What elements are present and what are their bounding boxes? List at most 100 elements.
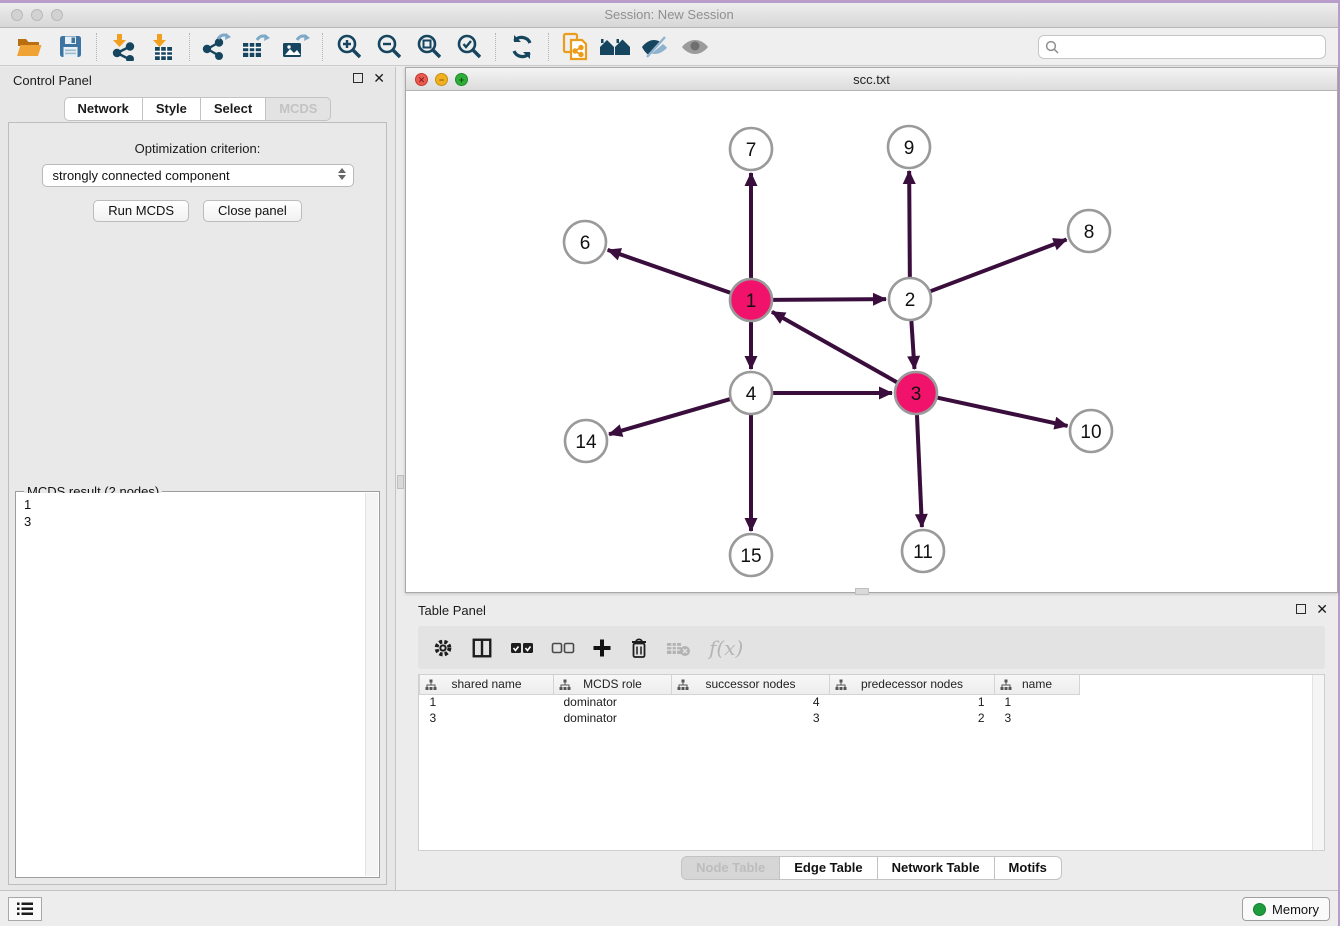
import-table-button[interactable] xyxy=(143,31,183,63)
unchecked-boxes-icon xyxy=(551,640,575,656)
graph-edge-3-10[interactable] xyxy=(937,398,1067,426)
show-columns-button[interactable] xyxy=(471,637,493,659)
control-panel-tabs: Network Style Select MCDS xyxy=(0,97,395,121)
tab-mcds[interactable]: MCDS xyxy=(266,97,331,121)
graph-node-label-14: 14 xyxy=(575,432,597,453)
status-bar: Memory xyxy=(0,890,1338,926)
graph-edge-3-1[interactable] xyxy=(772,312,897,382)
add-column-button[interactable] xyxy=(592,638,612,658)
eye-slash-icon xyxy=(640,35,670,59)
tab-network[interactable]: Network xyxy=(64,97,143,121)
graph-edge-2-8[interactable] xyxy=(931,240,1067,292)
table-settings-button[interactable] xyxy=(432,637,454,659)
table-cell[interactable]: 2 xyxy=(830,710,995,726)
window-title: Session: New Session xyxy=(0,7,1338,22)
hide-panel-button[interactable] xyxy=(635,31,675,63)
table-cell[interactable]: dominator xyxy=(554,694,672,710)
table-row[interactable]: 1dominator411 xyxy=(420,694,1080,710)
network-canvas[interactable]: 7968124314101511 xyxy=(406,91,1337,592)
table-scrollbar[interactable] xyxy=(1312,675,1324,850)
delete-column-button[interactable] xyxy=(629,637,649,659)
show-eye-button[interactable] xyxy=(675,31,715,63)
clone-network-icon xyxy=(561,32,589,62)
table-row[interactable]: 3dominator323 xyxy=(420,710,1080,726)
gear-icon xyxy=(432,637,454,659)
mcds-result-box: MCDS result (2 nodes) 1 3 xyxy=(15,491,380,878)
graph-node-label-2: 2 xyxy=(905,290,916,311)
graph-edge-3-11[interactable] xyxy=(917,415,922,527)
close-panel-button[interactable]: Close panel xyxy=(203,200,302,222)
zoom-out-button[interactable] xyxy=(369,31,409,63)
close-panel-icon[interactable]: ✕ xyxy=(373,73,385,83)
optimization-criterion-label: Optimization criterion: xyxy=(9,141,386,156)
apply-layout-button[interactable] xyxy=(502,31,542,63)
splitter-handle-horizontal[interactable] xyxy=(855,588,869,595)
memory-button[interactable]: Memory xyxy=(1242,897,1330,921)
refresh-icon xyxy=(509,34,535,60)
node-table-grid[interactable]: shared nameMCDS rolesuccessor nodesprede… xyxy=(419,675,1080,726)
export-network-button[interactable] xyxy=(196,31,236,63)
tab-node-table[interactable]: Node Table xyxy=(681,856,780,880)
export-table-button[interactable] xyxy=(236,31,276,63)
open-file-button[interactable] xyxy=(10,31,50,63)
show-panels-button[interactable] xyxy=(8,897,42,921)
memory-status-icon xyxy=(1253,903,1266,916)
column-type-icon xyxy=(1000,679,1012,691)
function-builder-button-disabled: f(x) xyxy=(709,636,743,660)
table-cell[interactable]: 1 xyxy=(830,694,995,710)
select-all-columns-button[interactable] xyxy=(510,640,534,656)
application-window: Session: New Session xyxy=(0,3,1338,926)
graph-edge-4-14[interactable] xyxy=(609,399,730,434)
toolbar-separator xyxy=(189,33,190,61)
tab-network-table[interactable]: Network Table xyxy=(878,856,995,880)
run-mcds-button[interactable]: Run MCDS xyxy=(93,200,189,222)
clone-network-button[interactable] xyxy=(555,31,595,63)
search-input[interactable] xyxy=(1063,40,1319,54)
float-panel-icon[interactable] xyxy=(353,73,363,83)
import-network-button[interactable] xyxy=(103,31,143,63)
splitter-handle-vertical[interactable] xyxy=(397,475,404,489)
criterion-dropdown[interactable]: strongly connected component xyxy=(42,164,354,187)
table-toolbar: f(x) xyxy=(418,626,1325,669)
table-cell[interactable]: 3 xyxy=(672,710,830,726)
toolbar-separator xyxy=(96,33,97,61)
graph-edge-2-9[interactable] xyxy=(909,171,910,277)
tab-motifs[interactable]: Motifs xyxy=(995,856,1062,880)
tab-select[interactable]: Select xyxy=(201,97,266,121)
graph-edge-1-6[interactable] xyxy=(608,250,731,293)
column-header-MCDS-role[interactable]: MCDS role xyxy=(554,675,672,694)
graph-edge-2-3[interactable] xyxy=(911,321,914,369)
table-cell[interactable]: 1 xyxy=(420,694,554,710)
dropdown-arrows-icon xyxy=(338,168,346,180)
result-scrollbar[interactable] xyxy=(365,493,378,876)
tab-edge-table[interactable]: Edge Table xyxy=(780,856,877,880)
column-header-name[interactable]: name xyxy=(995,675,1080,694)
table-cell[interactable]: dominator xyxy=(554,710,672,726)
table-cell[interactable]: 4 xyxy=(672,694,830,710)
search-field[interactable] xyxy=(1038,35,1326,59)
delete-table-button-disabled xyxy=(666,639,692,657)
network-window-titlebar[interactable]: ✕ − + scc.txt xyxy=(406,68,1337,91)
column-header-successor-nodes[interactable]: successor nodes xyxy=(672,675,830,694)
deselect-all-columns-button[interactable] xyxy=(551,640,575,656)
graph-edge-1-2[interactable] xyxy=(773,299,886,300)
zoom-in-icon xyxy=(336,33,363,60)
search-icon xyxy=(1045,40,1059,54)
table-cell[interactable]: 3 xyxy=(420,710,554,726)
zoom-in-button[interactable] xyxy=(329,31,369,63)
table-cell[interactable]: 1 xyxy=(995,694,1080,710)
zoom-selected-button[interactable] xyxy=(449,31,489,63)
export-image-button[interactable] xyxy=(276,31,316,63)
save-session-button[interactable] xyxy=(50,31,90,63)
network-graph[interactable]: 7968124314101511 xyxy=(406,91,1337,593)
table-cell[interactable]: 3 xyxy=(995,710,1080,726)
zoom-fit-button[interactable] xyxy=(409,31,449,63)
close-table-panel-icon[interactable]: ✕ xyxy=(1316,604,1328,614)
column-header-shared-name[interactable]: shared name xyxy=(420,675,554,694)
eye-icon xyxy=(680,36,710,58)
import-table-icon xyxy=(149,33,177,61)
float-table-panel-icon[interactable] xyxy=(1296,604,1306,614)
column-header-predecessor-nodes[interactable]: predecessor nodes xyxy=(830,675,995,694)
show-all-networks-button[interactable] xyxy=(595,31,635,63)
tab-style[interactable]: Style xyxy=(143,97,201,121)
